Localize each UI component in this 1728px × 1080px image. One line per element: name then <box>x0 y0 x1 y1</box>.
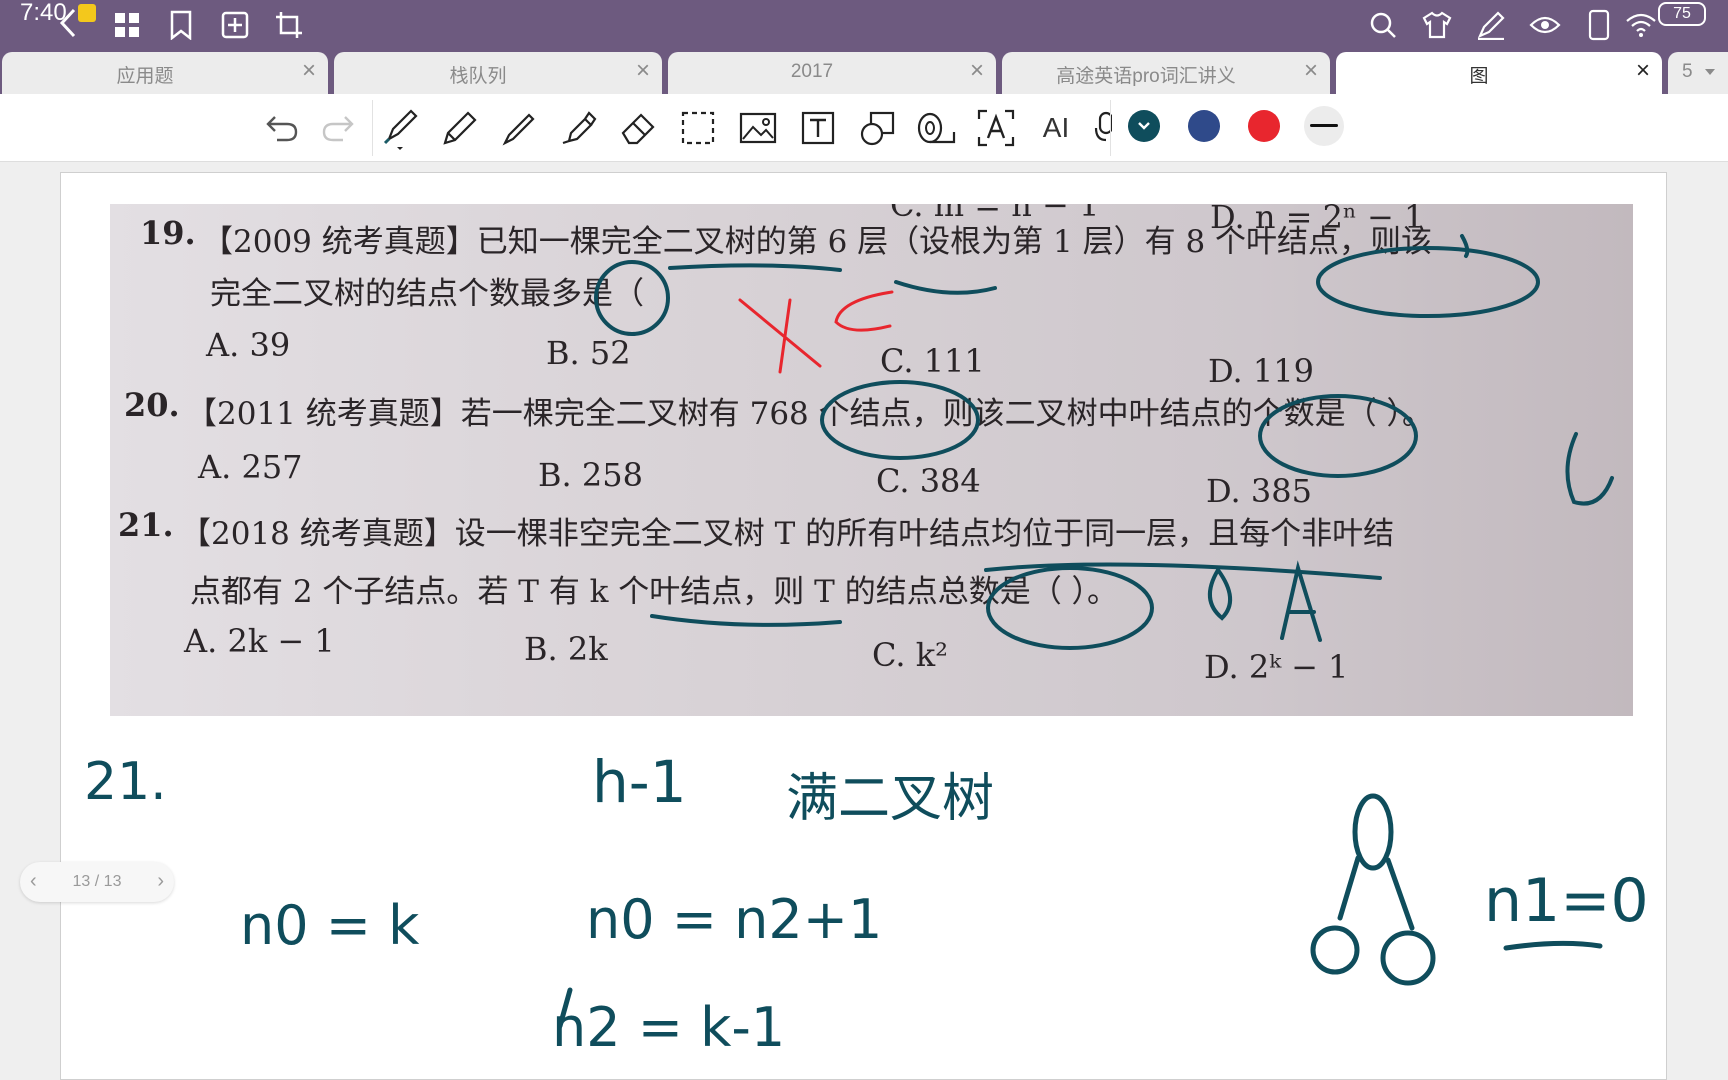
pencil-icon[interactable] <box>440 108 480 148</box>
question-19-line2: 完全二叉树的结点个数最多是（ <box>210 276 644 312</box>
grid-icon[interactable] <box>110 8 144 42</box>
handwritten-full-binary-tree: 满二叉树 <box>786 769 995 829</box>
question-19-line1: 【2009 统考真题】已知一棵完全二叉树的第 6 层（设根为第 1 层）有 8 … <box>202 224 1433 260</box>
tab-应用题[interactable]: 应用题 × <box>2 52 328 94</box>
question-20-number: 20. <box>124 386 180 424</box>
question-19-number: 19. <box>140 214 196 252</box>
color-swatch-teal[interactable] <box>1128 110 1160 142</box>
page-navigator: ‹ 13 / 13 › <box>20 862 174 902</box>
close-icon[interactable]: × <box>1636 59 1650 83</box>
shirt-icon[interactable] <box>1420 8 1454 42</box>
tab-2017[interactable]: 2017 × <box>668 52 996 94</box>
tape-icon[interactable] <box>916 108 956 148</box>
text-recognition-icon[interactable] <box>976 108 1016 148</box>
question-19-option-c: C. 111 <box>880 342 985 380</box>
handwritten-n1-eq: n1=0 <box>1484 866 1649 936</box>
tab-label: 2017 <box>790 61 834 82</box>
handwritten-h-expr: h-1 <box>592 748 687 816</box>
redo-icon[interactable] <box>318 108 358 148</box>
search-icon[interactable] <box>1366 8 1400 42</box>
question-21-option-b: B. 2k <box>524 630 608 668</box>
tab-label: 应用题 <box>116 66 174 87</box>
close-icon[interactable]: × <box>970 59 984 83</box>
tab-bar: 应用题 × 栈队列 × 2017 × 高途英语pro词汇讲义 × 图 × 5 <box>0 52 1728 94</box>
question-21-line2: 点都有 2 个子结点。若 T 有 k 个叶结点，则 T 的结点总数是（ ）。 <box>190 574 1119 610</box>
shape-icon[interactable] <box>858 108 898 148</box>
tab-overflow-button[interactable]: 5 <box>1668 52 1728 94</box>
handwritten-question-label: 21. <box>84 752 167 812</box>
toolbar-divider <box>1110 100 1111 156</box>
question-21-option-a: A. 2k − 1 <box>184 622 335 660</box>
color-swatch-red[interactable] <box>1248 110 1280 142</box>
ballpoint-pen-icon[interactable] <box>500 108 540 148</box>
question-19-option-a: A. 39 <box>206 326 291 364</box>
question-21-line1: 【2018 统考真题】设一棵非空完全二叉树 T 的所有叶结点均位于同一层，且每个… <box>180 516 1395 552</box>
handwritten-n2-eq: n2 = k-1 <box>552 996 786 1059</box>
handwritten-n0-relation: n0 = n2+1 <box>586 888 883 951</box>
toolbar-divider <box>372 100 373 156</box>
question-20-option-b: B. 258 <box>538 456 643 494</box>
microphone-icon[interactable] <box>1092 108 1112 148</box>
undo-icon[interactable] <box>262 108 302 148</box>
question-21-option-d: D. 2ᵏ − 1 <box>1204 648 1349 686</box>
tab-count: 5 <box>1682 61 1693 82</box>
lasso-select-icon[interactable] <box>678 108 718 148</box>
fountain-pen-icon[interactable] <box>382 108 422 150</box>
crop-icon[interactable] <box>272 8 306 42</box>
question-20-option-c: C. 384 <box>876 462 981 500</box>
question-20-line1: 【2011 统考真题】若一棵完全二叉树有 768 个结点，则该二叉树中叶结点的个… <box>186 396 1433 432</box>
page-counter: 13 / 13 <box>72 873 122 890</box>
drawing-toolbar: AI <box>0 94 1728 229</box>
ai-icon[interactable]: AI <box>1036 108 1076 148</box>
eye-icon[interactable] <box>1528 8 1562 42</box>
text-box-icon[interactable] <box>798 108 838 148</box>
tab-label: 高途英语pro词汇讲义 <box>1056 66 1236 87</box>
question-19-option-d: D. 119 <box>1208 352 1314 390</box>
close-icon[interactable]: × <box>1304 59 1318 83</box>
line-width-thin <box>1310 124 1338 127</box>
line-width-thin-button[interactable] <box>1304 106 1344 146</box>
battery-indicator: 75 <box>1658 2 1706 26</box>
next-page-button[interactable]: › <box>157 870 164 892</box>
image-icon[interactable] <box>738 108 778 148</box>
handwriting-pen-icon[interactable] <box>1474 8 1508 42</box>
back-icon[interactable] <box>52 6 86 40</box>
add-page-icon[interactable] <box>218 8 252 42</box>
question-20-option-a: A. 257 <box>198 448 303 486</box>
tab-vocabulary[interactable]: 高途英语pro词汇讲义 × <box>1002 52 1330 94</box>
question-21-number: 21. <box>118 506 174 544</box>
phone-icon <box>1582 8 1616 42</box>
close-icon[interactable]: × <box>302 59 316 83</box>
eraser-icon[interactable] <box>618 108 658 148</box>
bookmark-icon[interactable] <box>164 8 198 42</box>
chevron-down-icon <box>1138 122 1150 130</box>
chevron-down-icon <box>1705 69 1715 75</box>
question-20-option-d: D. 385 <box>1206 472 1312 510</box>
color-swatch-navy[interactable] <box>1188 110 1220 142</box>
textbook-photo: C. m = n − 1 D. n = 2ⁿ − 1 19. 【2009 统考真… <box>110 204 1633 716</box>
handwritten-n0-eq: n0 = k <box>240 894 420 957</box>
wifi-icon <box>1624 8 1658 42</box>
tab-label: 图 <box>1469 66 1489 87</box>
tab-栈队列[interactable]: 栈队列 × <box>334 52 662 94</box>
highlighter-icon[interactable] <box>558 108 598 148</box>
status-bar: 7:40 75 <box>0 0 1728 52</box>
tab-图[interactable]: 图 × <box>1336 52 1662 94</box>
question-19-option-b: B. 52 <box>546 334 631 372</box>
question-21-option-c: C. k² <box>872 636 948 674</box>
tab-label: 栈队列 <box>449 66 507 87</box>
close-icon[interactable]: × <box>636 59 650 83</box>
